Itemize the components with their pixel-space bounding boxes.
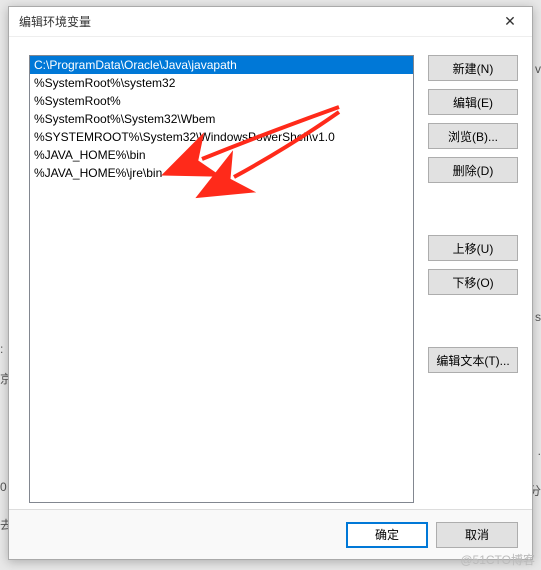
bg-text-fragment: 0 (0, 480, 7, 494)
edit-text-button[interactable]: 编辑文本(T)... (428, 347, 518, 373)
path-entry[interactable]: %JAVA_HOME%\jre\bin (30, 164, 413, 182)
cancel-button[interactable]: 取消 (436, 522, 518, 548)
path-entry[interactable]: %SystemRoot%\System32\Wbem (30, 110, 413, 128)
delete-button[interactable]: 删除(D) (428, 157, 518, 183)
move-down-button[interactable]: 下移(O) (428, 269, 518, 295)
button-column: 新建(N) 编辑(E) 浏览(B)... 删除(D) 上移(U) 下移(O) 编… (428, 55, 518, 373)
dialog-body: C:\ProgramData\Oracle\Java\javapath%Syst… (9, 37, 532, 509)
ok-button[interactable]: 确定 (346, 522, 428, 548)
edit-button[interactable]: 编辑(E) (428, 89, 518, 115)
move-up-button[interactable]: 上移(U) (428, 235, 518, 261)
bg-text-fragment: v (535, 62, 541, 76)
path-entry[interactable]: %SystemRoot% (30, 92, 413, 110)
bg-text-fragment: s (535, 310, 541, 324)
titlebar: 编辑环境变量 ✕ (9, 7, 532, 37)
path-entry[interactable]: %SYSTEMROOT%\System32\WindowsPowerShell\… (30, 128, 413, 146)
browse-button[interactable]: 浏览(B)... (428, 123, 518, 149)
bg-text-fragment: . (538, 444, 541, 458)
path-entry[interactable]: %JAVA_HOME%\bin (30, 146, 413, 164)
dialog-footer: 确定 取消 (9, 509, 532, 559)
bg-text-fragment: : (0, 342, 3, 356)
path-entry[interactable]: %SystemRoot%\system32 (30, 74, 413, 92)
path-listbox[interactable]: C:\ProgramData\Oracle\Java\javapath%Syst… (29, 55, 414, 503)
button-spacer (428, 303, 518, 339)
dialog-title: 编辑环境变量 (19, 13, 488, 30)
new-button[interactable]: 新建(N) (428, 55, 518, 81)
close-icon: ✕ (504, 13, 516, 30)
close-button[interactable]: ✕ (488, 7, 532, 37)
edit-env-var-dialog: 编辑环境变量 ✕ C:\ProgramData\Oracle\Java\java… (8, 6, 533, 560)
button-spacer (428, 191, 518, 227)
path-entry[interactable]: C:\ProgramData\Oracle\Java\javapath (30, 56, 413, 74)
